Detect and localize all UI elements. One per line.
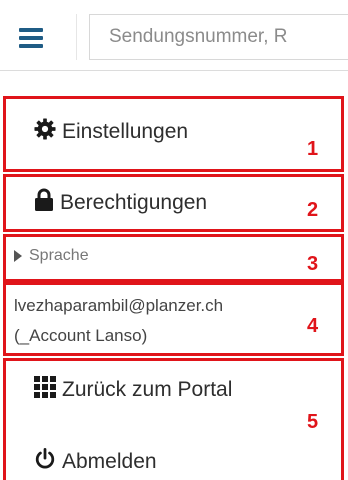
top-bar: [0, 0, 348, 71]
account-name: (_Account Lanso): [14, 326, 148, 345]
annotation-number-1: 1: [307, 138, 319, 160]
grid-icon: [34, 376, 56, 404]
lock-icon: [34, 188, 54, 218]
logout-label: Abmelden: [62, 450, 157, 473]
annotation-number-3: 3: [307, 253, 319, 275]
logout-menu-item[interactable]: Abmelden: [34, 448, 157, 476]
gear-icon: [34, 118, 56, 146]
search-input[interactable]: [89, 14, 348, 60]
annotation-number-5: 5: [307, 411, 319, 433]
permissions-label: Berechtigungen: [60, 191, 208, 214]
permissions-menu-item[interactable]: Berechtigungen: [34, 188, 207, 218]
account-email: lvezhaparambil@planzer.ch: [14, 296, 224, 315]
caret-right-icon: [14, 250, 22, 262]
back-to-portal-menu-item[interactable]: Zurück zum Portal: [34, 376, 232, 404]
language-label: Sprache: [29, 247, 89, 264]
annotation-number-4: 4: [307, 315, 319, 337]
power-icon: [34, 448, 56, 476]
menu-icon[interactable]: [19, 28, 43, 48]
divider: [76, 14, 77, 60]
annotation-number-2: 2: [307, 199, 319, 221]
back-to-portal-label: Zurück zum Portal: [62, 378, 233, 401]
account-info: lvezhaparambil@planzer.ch (_Account Lans…: [14, 291, 223, 351]
settings-label: Einstellungen: [62, 120, 189, 143]
language-menu-item[interactable]: Sprache: [14, 247, 89, 265]
settings-menu-item[interactable]: Einstellungen: [34, 118, 188, 146]
